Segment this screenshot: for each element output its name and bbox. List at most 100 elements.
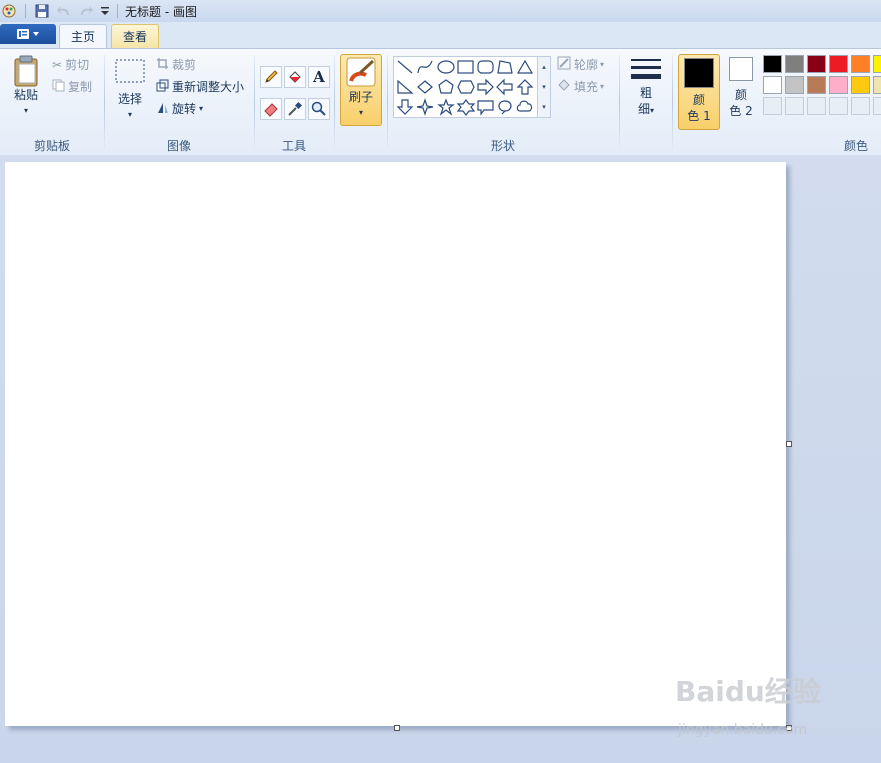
magnifier-icon [311, 101, 326, 116]
palette-custom-slot[interactable] [807, 97, 826, 115]
shapes-gallery: ▴ ▾ ▾ [393, 56, 551, 118]
color2-button[interactable]: 颜 色 2 [724, 57, 758, 119]
ribbon: 粘贴 ▾ ✂ 剪切 复制 剪贴板 选择 ▾ 裁剪 重新调整大小 旋转 ▾ 图像 … [0, 48, 881, 156]
scroll-down-icon[interactable]: ▾ [542, 83, 546, 91]
undo-icon[interactable] [56, 3, 72, 19]
fill-dropdown-arrow-icon[interactable]: ▾ [600, 82, 604, 91]
clipboard-group-label: 剪贴板 [33, 139, 70, 153]
fill-tool[interactable] [284, 66, 306, 88]
resize-handle-right[interactable] [786, 441, 792, 447]
crop-icon [156, 57, 169, 73]
brushes-dropdown-arrow-icon[interactable]: ▾ [359, 105, 363, 121]
color1-label-line2: 色 1 [687, 109, 711, 123]
size-button[interactable]: 粗 细▾ [626, 57, 666, 119]
up-arrow-shape-icon [516, 79, 534, 95]
color1-swatch [684, 58, 714, 88]
palette-custom-slot[interactable] [873, 97, 881, 115]
copy-icon [52, 79, 65, 95]
palette-color-swatch[interactable] [807, 76, 826, 94]
eraser-tool[interactable] [260, 98, 282, 120]
resize-handle-bottom[interactable] [394, 725, 400, 731]
color-picker-icon [288, 101, 303, 116]
palette-color-swatch[interactable] [807, 55, 826, 73]
customize-toolbar-dropdown-icon[interactable] [97, 3, 113, 19]
rotate-icon [156, 101, 169, 117]
fill-shape-button[interactable]: 填充 ▾ [557, 78, 604, 95]
scroll-up-icon[interactable]: ▴ [542, 63, 546, 71]
color-picker-tool[interactable] [284, 98, 306, 120]
brushes-label: 刷子 [348, 90, 373, 104]
color1-button[interactable]: 颜 色 1 [678, 54, 720, 130]
outline-brush-icon [557, 56, 571, 73]
palette-color-swatch[interactable] [829, 76, 848, 94]
tab-home[interactable]: 主页 [59, 24, 107, 48]
paste-button[interactable]: 粘贴 ▾ [8, 55, 44, 119]
pencil-tool[interactable] [260, 66, 282, 88]
color1-label-line1: 颜 [692, 93, 705, 107]
palette-color-swatch[interactable] [763, 55, 782, 73]
redo-icon[interactable] [78, 3, 94, 19]
paste-icon [14, 55, 38, 87]
app-menu-button[interactable] [0, 24, 56, 44]
crop-button[interactable]: 裁剪 [156, 56, 196, 73]
hexagon-shape-icon [457, 80, 475, 94]
color2-label-line2: 色 2 [729, 104, 753, 118]
palette-color-swatch[interactable] [785, 55, 804, 73]
drawing-canvas[interactable] [5, 162, 786, 726]
pentagon-shape-icon [438, 79, 454, 94]
eraser-icon [264, 103, 278, 117]
resize-icon [156, 79, 169, 95]
outline-dropdown-arrow-icon[interactable]: ▾ [600, 60, 604, 69]
brush-icon [346, 57, 376, 87]
palette-color-swatch[interactable] [851, 55, 870, 73]
watermark-url: jingyan.baidu.com [678, 722, 808, 738]
paste-dropdown-arrow-icon[interactable]: ▾ [24, 103, 28, 119]
resize-button[interactable]: 重新调整大小 [156, 78, 244, 95]
line-width-icon [631, 59, 661, 79]
brushes-button[interactable]: 刷子 ▾ [340, 54, 382, 126]
scissors-icon: ✂ [52, 57, 63, 72]
palette-color-swatch[interactable] [763, 76, 782, 94]
palette-color-swatch[interactable] [851, 76, 870, 94]
watermark-brand: Baidu经验 [675, 675, 821, 708]
paint-app-icon[interactable] [1, 3, 17, 19]
palette-color-swatch[interactable] [785, 76, 804, 94]
palette-custom-slot[interactable] [763, 97, 782, 115]
palette-color-swatch[interactable] [873, 76, 881, 94]
palette-color-swatch[interactable] [829, 55, 848, 73]
magnifier-tool[interactable] [308, 98, 330, 120]
shapes-scroll[interactable]: ▴ ▾ ▾ [537, 57, 550, 117]
tab-view[interactable]: 查看 [111, 24, 159, 48]
diamond-shape-icon [417, 80, 433, 94]
select-button[interactable]: 选择 ▾ [112, 57, 148, 123]
rotate-button[interactable]: 旋转 ▾ [156, 100, 203, 117]
size-label-line2: 细▾ [637, 102, 655, 116]
copy-label: 复制 [68, 80, 93, 94]
app-menu-icon [17, 29, 39, 39]
palette-custom-slot[interactable] [829, 97, 848, 115]
shapes-group-label: 形状 [490, 139, 515, 153]
rounded-rectangle-shape-icon [477, 60, 494, 74]
down-arrow-shape-icon [396, 99, 414, 115]
crop-label: 裁剪 [172, 58, 197, 72]
copy-button[interactable]: 复制 [52, 78, 92, 95]
outline-button[interactable]: 轮廓 ▾ [557, 56, 604, 73]
oval-shape-icon [437, 60, 455, 74]
select-dropdown-arrow-icon[interactable]: ▾ [128, 107, 132, 123]
palette-custom-slot[interactable] [851, 97, 870, 115]
palette-custom-slot[interactable] [785, 97, 804, 115]
gallery-expand-icon[interactable]: ▾ [542, 103, 546, 111]
rotate-dropdown-arrow-icon[interactable]: ▾ [199, 104, 203, 113]
rotate-label: 旋转 [172, 102, 197, 116]
rectangle-shape-icon [457, 60, 474, 74]
four-point-star-shape-icon [416, 98, 434, 116]
size-dropdown-arrow-icon[interactable]: ▾ [650, 106, 654, 115]
fill-bucket-icon [557, 78, 571, 95]
palette-color-swatch[interactable] [873, 55, 881, 73]
cut-button[interactable]: ✂ 剪切 [52, 56, 89, 73]
group-divider [619, 55, 620, 151]
text-tool[interactable]: A [308, 66, 330, 88]
save-icon[interactable] [34, 3, 50, 19]
polygon-shape-icon [497, 60, 513, 74]
tools-group-label: 工具 [281, 139, 306, 153]
